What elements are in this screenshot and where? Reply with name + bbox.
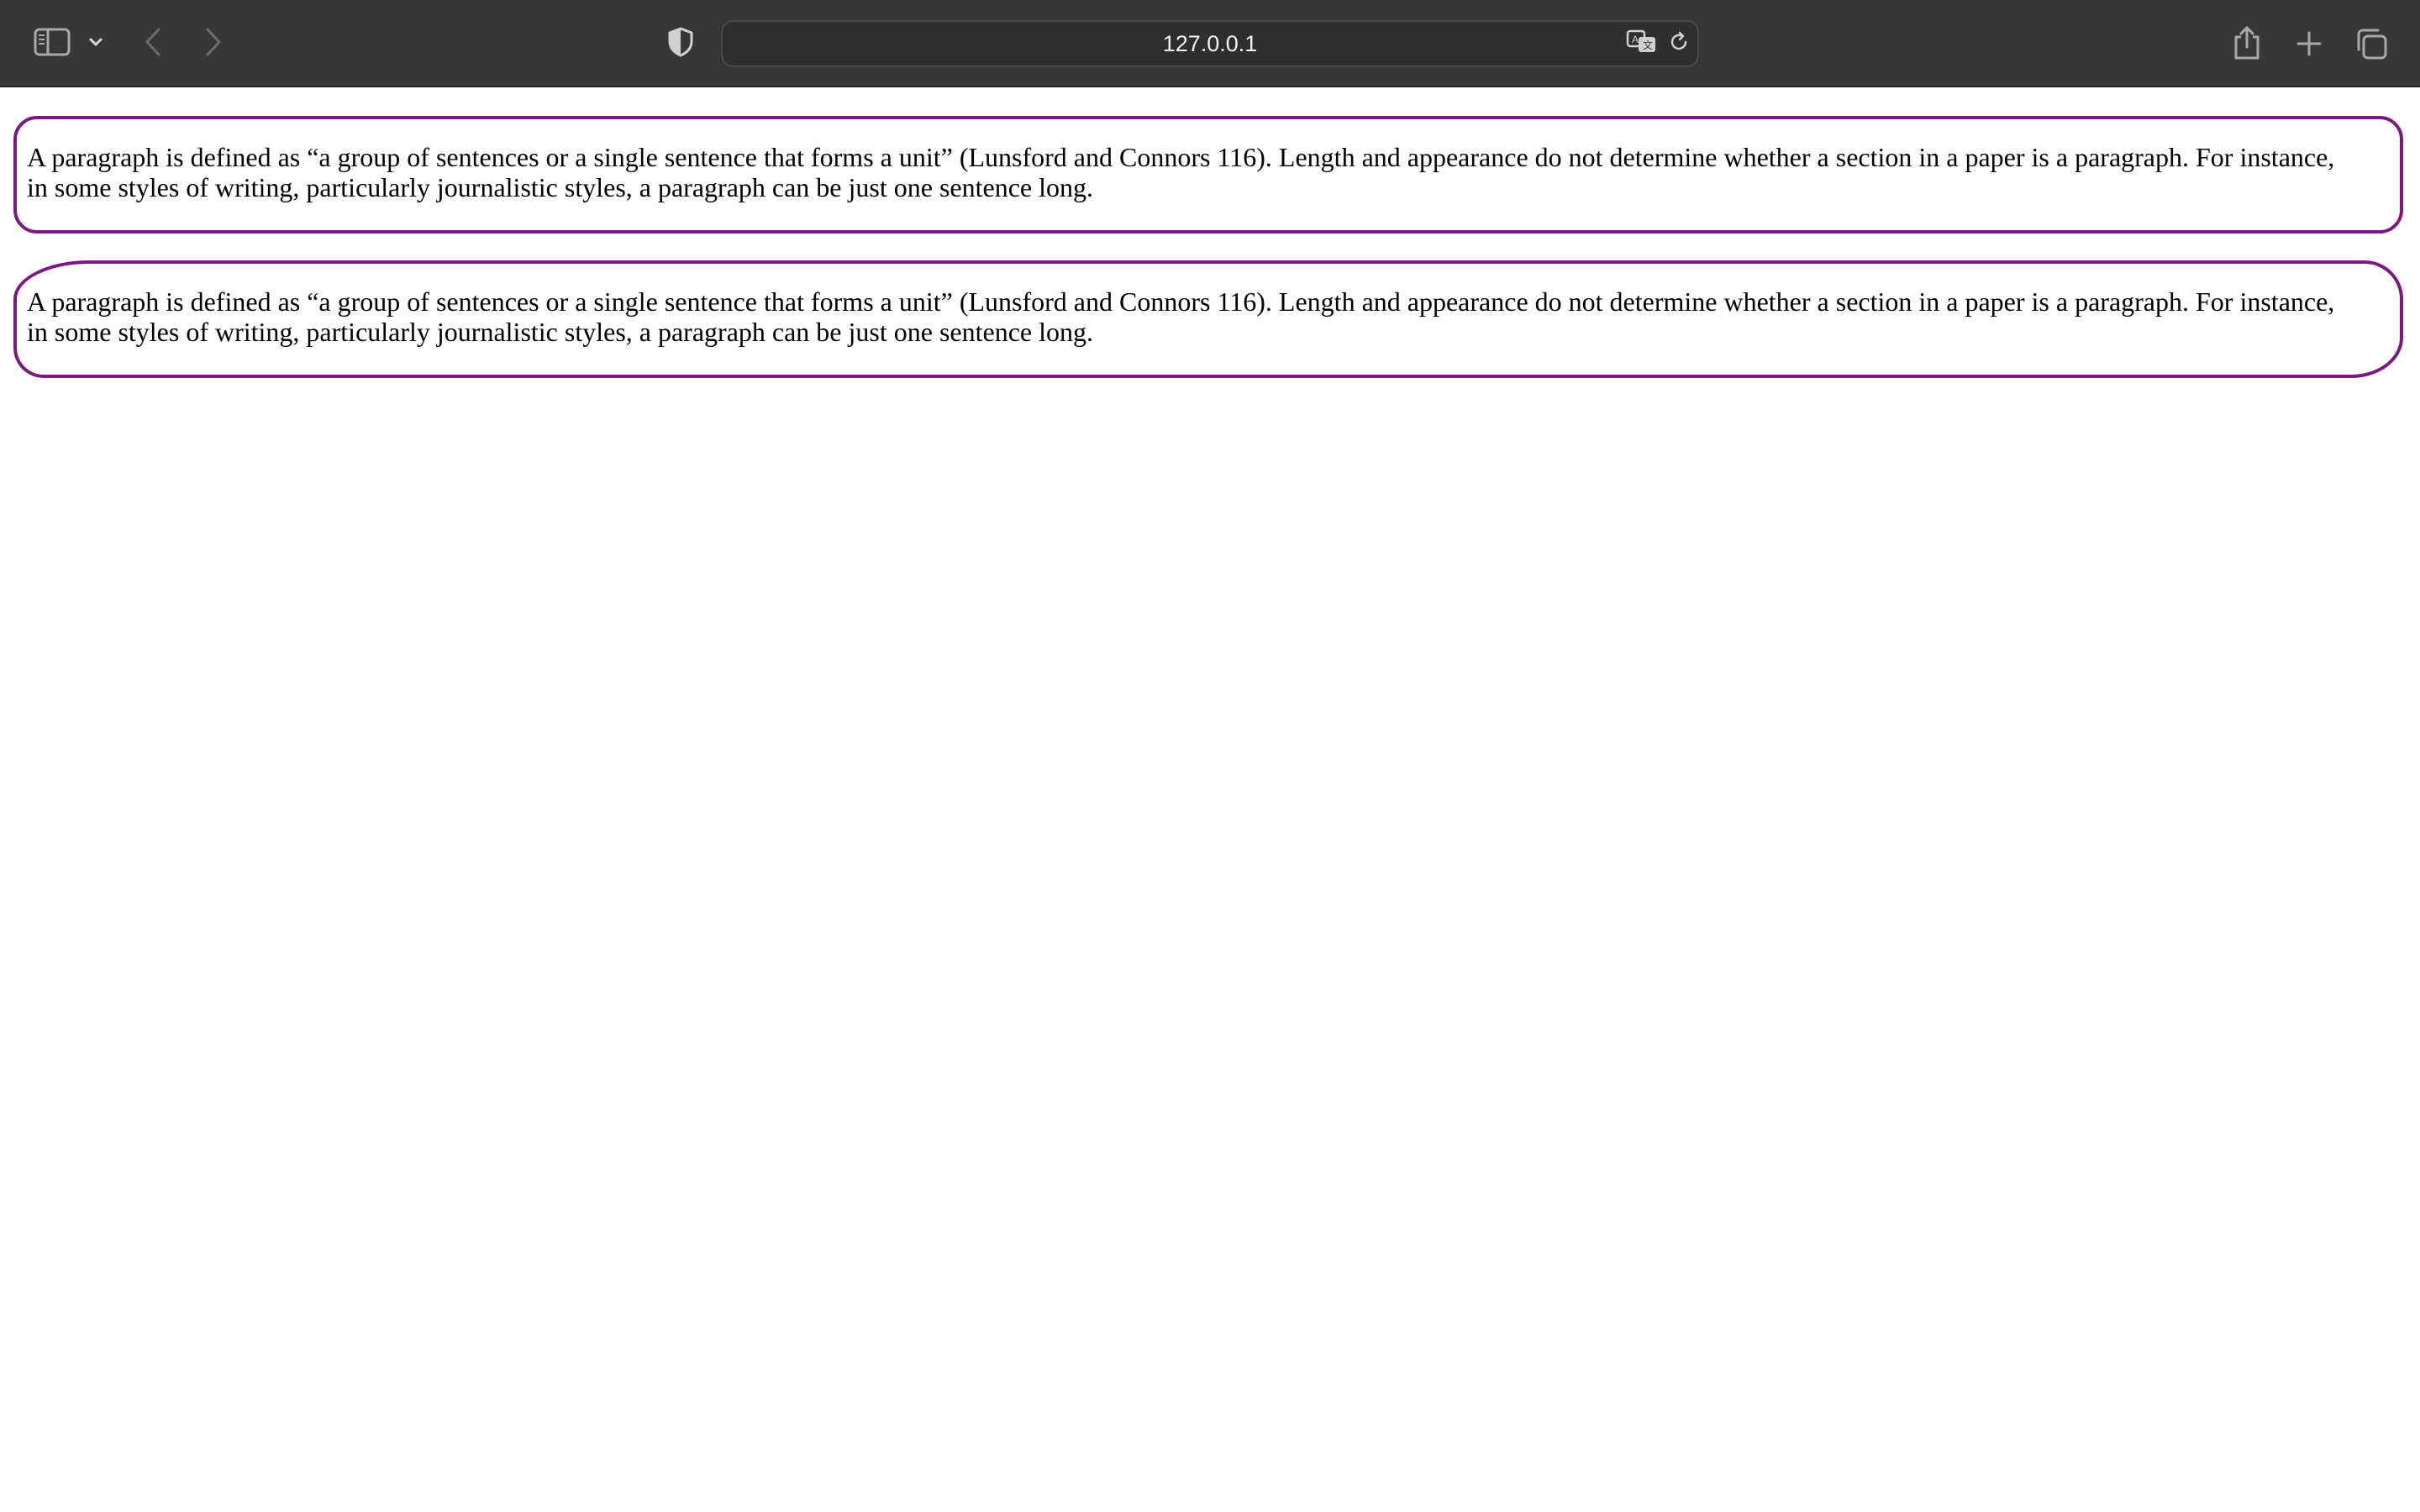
plus-icon[interactable]	[2291, 25, 2328, 62]
bordered-paragraph: A paragraph is defined as “a group of se…	[13, 116, 2403, 234]
svg-text:A: A	[1632, 34, 1639, 45]
address-text: 127.0.0.1	[1162, 30, 1258, 56]
tabs-icon[interactable]	[2353, 25, 2390, 62]
browser-toolbar: 127.0.0.1 A 文	[0, 0, 2420, 87]
shield-icon[interactable]	[664, 25, 697, 59]
svg-text:文: 文	[1643, 39, 1653, 51]
reload-icon[interactable]	[1664, 27, 1694, 57]
translate-icon[interactable]: A 文	[1625, 27, 1659, 57]
address-bar[interactable]: 127.0.0.1	[721, 20, 1699, 67]
sidebar-icon[interactable]	[32, 25, 72, 59]
elliptical-bordered-paragraph: A paragraph is defined as “a group of se…	[13, 260, 2403, 378]
chevron-left-icon[interactable]	[139, 25, 166, 59]
chevron-right-icon[interactable]	[200, 25, 227, 59]
page-content: A paragraph is defined as “a group of se…	[0, 87, 2420, 1512]
chevron-down-icon[interactable]	[84, 30, 108, 54]
share-icon[interactable]	[2228, 24, 2265, 62]
